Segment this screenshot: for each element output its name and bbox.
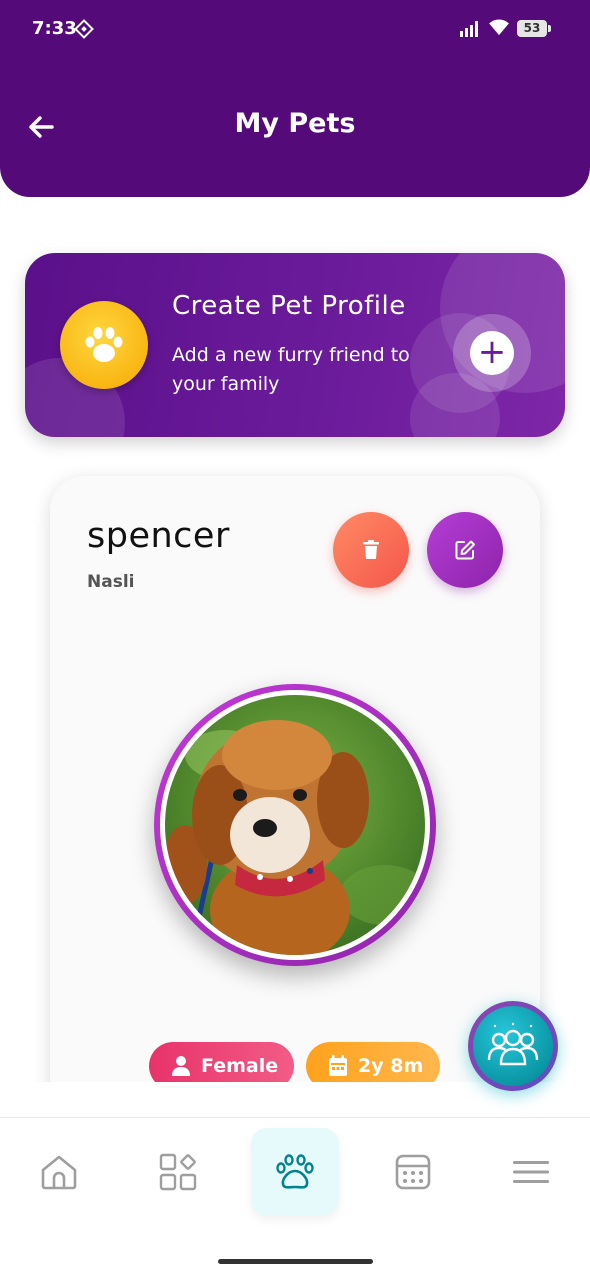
nav-home[interactable] bbox=[15, 1128, 103, 1216]
nav-menu[interactable] bbox=[487, 1128, 575, 1216]
nav-services[interactable] bbox=[134, 1128, 222, 1216]
person-icon bbox=[172, 1056, 190, 1076]
create-profile-subtitle: Add a new furry friend to your family bbox=[172, 344, 410, 395]
add-pet-button[interactable]: + bbox=[453, 314, 531, 392]
menu-icon bbox=[513, 1161, 549, 1183]
page-title: My Pets bbox=[234, 108, 356, 139]
nav-pets[interactable] bbox=[251, 1128, 339, 1216]
home-icon bbox=[41, 1155, 77, 1190]
community-fab-button[interactable] bbox=[468, 1001, 558, 1091]
signal-icon bbox=[460, 21, 482, 37]
bottom-nav bbox=[0, 1117, 590, 1229]
plus-icon: + bbox=[470, 331, 514, 375]
pet-card[interactable]: spencer Nasli Female 2y 8m bbox=[50, 476, 540, 1176]
home-indicator[interactable] bbox=[218, 1259, 373, 1264]
edit-pet-button[interactable] bbox=[427, 512, 503, 588]
pet-name: spencer bbox=[87, 516, 230, 556]
create-pet-profile-card[interactable]: Create Pet Profile Add a new furry frien… bbox=[25, 253, 565, 437]
nav-calendar[interactable] bbox=[369, 1128, 457, 1216]
delete-pet-button[interactable] bbox=[333, 512, 409, 588]
status-time: 7:33 bbox=[32, 18, 77, 39]
edit-icon bbox=[455, 540, 475, 560]
age-label: 2y 8m bbox=[358, 1055, 424, 1077]
pet-breed: Nasli bbox=[87, 572, 135, 592]
paw-icon bbox=[85, 327, 123, 362]
pet-photo-frame bbox=[154, 684, 436, 966]
trash-icon bbox=[363, 540, 379, 559]
gender-label: Female bbox=[201, 1055, 279, 1077]
wifi-icon bbox=[489, 19, 509, 36]
create-profile-title: Create Pet Profile bbox=[172, 291, 406, 321]
calendar-icon bbox=[329, 1055, 347, 1076]
app-header: 7:33 53 My Pets bbox=[0, 0, 590, 197]
community-icon bbox=[487, 1022, 539, 1066]
notification-icon bbox=[74, 19, 94, 39]
calendar-icon bbox=[395, 1154, 431, 1190]
pet-photo bbox=[165, 695, 425, 955]
status-bar: 7:33 53 bbox=[0, 0, 590, 60]
battery-icon: 53 bbox=[517, 20, 551, 37]
paw-badge bbox=[60, 301, 148, 389]
paw-icon bbox=[276, 1154, 314, 1189]
services-icon bbox=[159, 1153, 197, 1191]
